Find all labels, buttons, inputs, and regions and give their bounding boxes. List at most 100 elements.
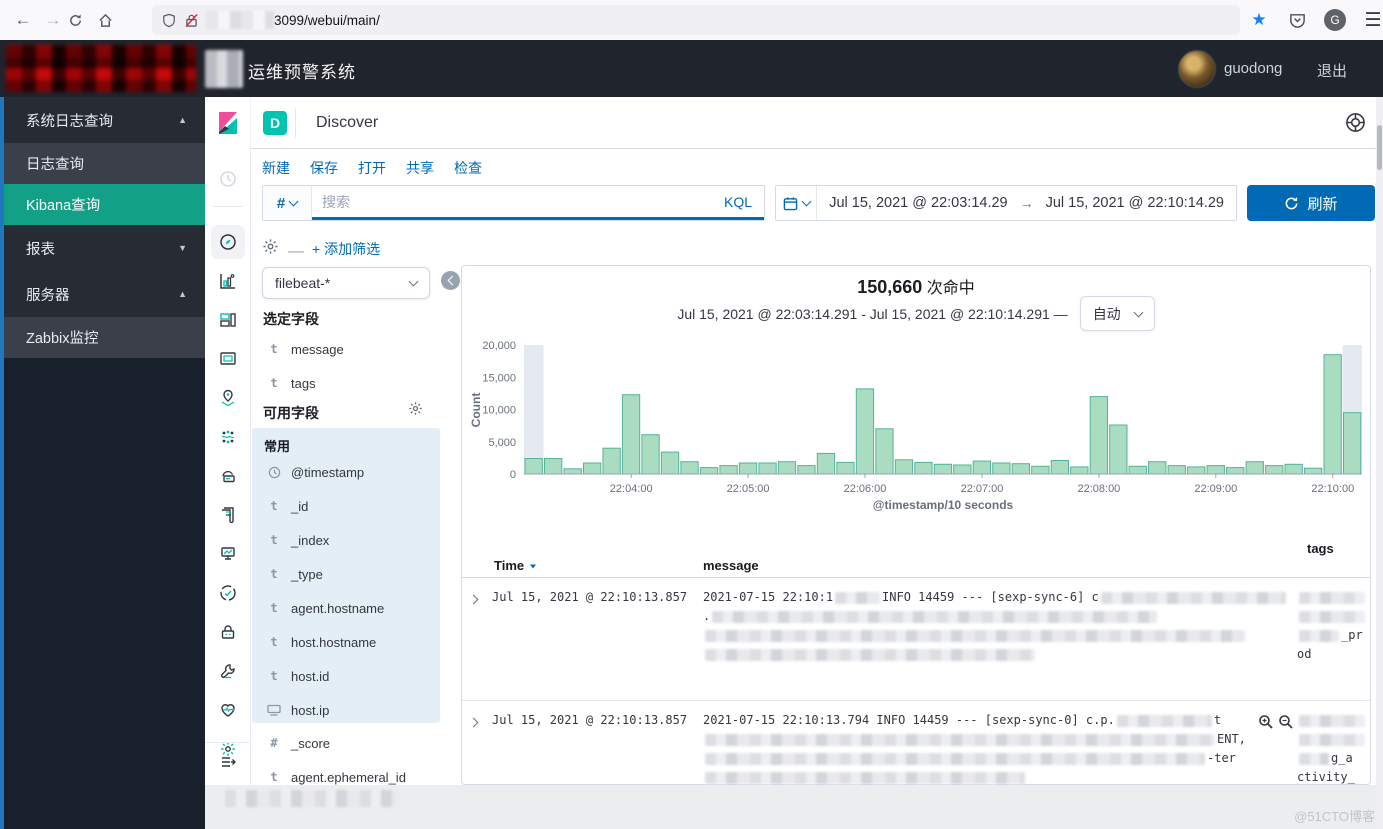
- text-field-icon: t: [266, 342, 282, 356]
- menu-link-新建[interactable]: 新建: [262, 158, 290, 178]
- account-initial: G: [1324, 9, 1346, 31]
- zoom-out-icon[interactable]: [1278, 714, 1294, 730]
- menu-link-打开[interactable]: 打开: [358, 158, 386, 178]
- menu-link-检查[interactable]: 检查: [454, 158, 482, 178]
- field-item-host.ip[interactable]: host.ip: [252, 693, 440, 727]
- sidebar-item-报表[interactable]: 报表▼: [4, 225, 205, 271]
- account-avatar[interactable]: G: [1316, 9, 1354, 31]
- time-range-start[interactable]: Jul 15, 2021 @ 22:03:14.29: [817, 195, 1019, 211]
- column-header-time[interactable]: Time: [494, 558, 538, 573]
- logout-button[interactable]: 退出: [1317, 60, 1347, 81]
- nav-uptime[interactable]: [205, 457, 250, 495]
- interval-value: 自动: [1093, 304, 1121, 324]
- range-arrow-icon: →: [1020, 195, 1034, 211]
- svg-text:15,000: 15,000: [482, 372, 516, 384]
- url-text: 3099/webui/main/: [274, 13, 380, 28]
- help-icon[interactable]: [1345, 112, 1366, 133]
- index-pattern-select[interactable]: filebeat-*: [262, 267, 430, 299]
- redacted-text: [835, 592, 880, 604]
- time-range-end[interactable]: Jul 15, 2021 @ 22:10:14.29: [1034, 195, 1236, 211]
- field-item-_type[interactable]: t_type: [252, 557, 440, 591]
- svg-text:22:08:00: 22:08:00: [1077, 483, 1120, 495]
- nav-collapse[interactable]: [205, 742, 250, 781]
- forward-button[interactable]: →: [38, 10, 68, 30]
- user-avatar[interactable]: [1178, 50, 1216, 88]
- nav-maps[interactable]: [205, 379, 250, 417]
- menu-hamburger-icon[interactable]: ☰: [1354, 9, 1383, 32]
- nav-logs[interactable]: [205, 496, 250, 534]
- field-item-_index[interactable]: t_index: [252, 523, 440, 557]
- menu-link-保存[interactable]: 保存: [310, 158, 338, 178]
- sidebar-item-系统日志查询[interactable]: 系统日志查询▲: [4, 97, 205, 143]
- nav-canvas[interactable]: [205, 340, 250, 378]
- search-input[interactable]: [312, 186, 712, 220]
- svg-text:10,000: 10,000: [482, 405, 516, 417]
- filter-gear-button[interactable]: [262, 238, 279, 255]
- log-text: INFO 14459 --- [sexp-sync-6] c: [882, 590, 1099, 604]
- text-field-icon: t: [266, 635, 282, 649]
- recently-viewed-icon: [219, 170, 237, 188]
- nav-siem[interactable]: [205, 613, 250, 651]
- sort-desc-icon: [528, 561, 538, 571]
- nav-metrics[interactable]: [205, 535, 250, 573]
- text-field-icon: t: [266, 669, 282, 683]
- home-button[interactable]: [98, 13, 128, 28]
- discover-badge[interactable]: D: [263, 111, 287, 135]
- query-language-button[interactable]: KQL: [712, 186, 764, 220]
- nav-apm[interactable]: [205, 574, 250, 612]
- app-title: 运维预警系统: [248, 58, 356, 83]
- uptime-icon: [219, 467, 237, 485]
- field-settings-gear-button[interactable]: [408, 401, 423, 416]
- nav-visualize[interactable]: [205, 262, 250, 300]
- add-filter-link[interactable]: + 添加筛选: [312, 239, 380, 259]
- collapse-sidebar-button[interactable]: [441, 271, 460, 290]
- column-header-tags[interactable]: tags: [1307, 541, 1334, 556]
- table-row[interactable]: Jul 15, 2021 @ 22:10:13.8572021-07-15 22…: [462, 578, 1370, 700]
- field-name: agent.hostname: [291, 601, 384, 616]
- log-text: _pr: [1341, 628, 1363, 642]
- hits-histogram[interactable]: 05,00010,00015,00020,00022:04:0022:05:00…: [466, 338, 1366, 516]
- kibana-logo[interactable]: [205, 97, 251, 148]
- table-row[interactable]: Jul 15, 2021 @ 22:10:13.8572021-07-15 22…: [462, 700, 1370, 785]
- nav-dashboard[interactable]: [205, 301, 250, 339]
- sidebar-item-服务器[interactable]: 服务器▲: [4, 271, 205, 317]
- bookmark-star-icon[interactable]: ★: [1240, 10, 1278, 30]
- expand-row-icon[interactable]: [470, 590, 477, 608]
- scrollbar-thumb[interactable]: [1377, 125, 1382, 170]
- nav-dev-tools[interactable]: [205, 652, 250, 690]
- field-item-_score[interactable]: #_score: [252, 726, 442, 760]
- field-item-@timestamp[interactable]: @timestamp: [252, 455, 440, 489]
- field-item-tags[interactable]: ttags: [252, 366, 442, 400]
- refresh-label: 刷新: [1307, 193, 1337, 214]
- popular-fields-block: 常用 @timestampt_idt_indext_typetagent.hos…: [252, 428, 440, 723]
- nav-recently-viewed[interactable]: [205, 160, 250, 198]
- field-item-host.id[interactable]: thost.id: [252, 659, 440, 693]
- pocket-icon[interactable]: [1278, 12, 1316, 29]
- nav-discover[interactable]: [205, 223, 250, 261]
- menu-link-共享[interactable]: 共享: [406, 158, 434, 178]
- svg-text:22:05:00: 22:05:00: [727, 483, 770, 495]
- sidebar-item-日志查询[interactable]: 日志查询: [4, 143, 205, 184]
- field-item-host.hostname[interactable]: thost.hostname: [252, 625, 440, 659]
- column-header-message[interactable]: message: [703, 558, 759, 573]
- log-text: .: [703, 609, 710, 623]
- field-name: _id: [291, 499, 308, 514]
- zoom-in-icon[interactable]: [1258, 714, 1274, 730]
- field-item-_id[interactable]: t_id: [252, 489, 440, 523]
- reload-button[interactable]: [68, 13, 98, 28]
- query-menu-button[interactable]: #: [263, 186, 312, 220]
- field-item-message[interactable]: tmessage: [252, 332, 442, 366]
- back-button[interactable]: ←: [8, 10, 38, 30]
- field-item-agent.hostname[interactable]: tagent.hostname: [252, 591, 440, 625]
- refresh-button[interactable]: 刷新: [1247, 185, 1375, 221]
- chevron-up-icon: ▲: [178, 289, 187, 299]
- nav-stack-monitoring[interactable]: [205, 691, 250, 729]
- interval-select[interactable]: 自动: [1080, 296, 1155, 331]
- expand-row-icon[interactable]: [470, 713, 477, 731]
- kibana-nav-rail: [205, 148, 251, 829]
- nav-machine-learning[interactable]: [205, 418, 250, 456]
- url-bar[interactable]: 3099/webui/main/: [152, 5, 1240, 35]
- calendar-button[interactable]: [776, 186, 817, 220]
- sidebar-item-Kibana查询[interactable]: Kibana查询: [4, 184, 205, 225]
- sidebar-item-Zabbix监控[interactable]: Zabbix监控: [4, 317, 205, 358]
